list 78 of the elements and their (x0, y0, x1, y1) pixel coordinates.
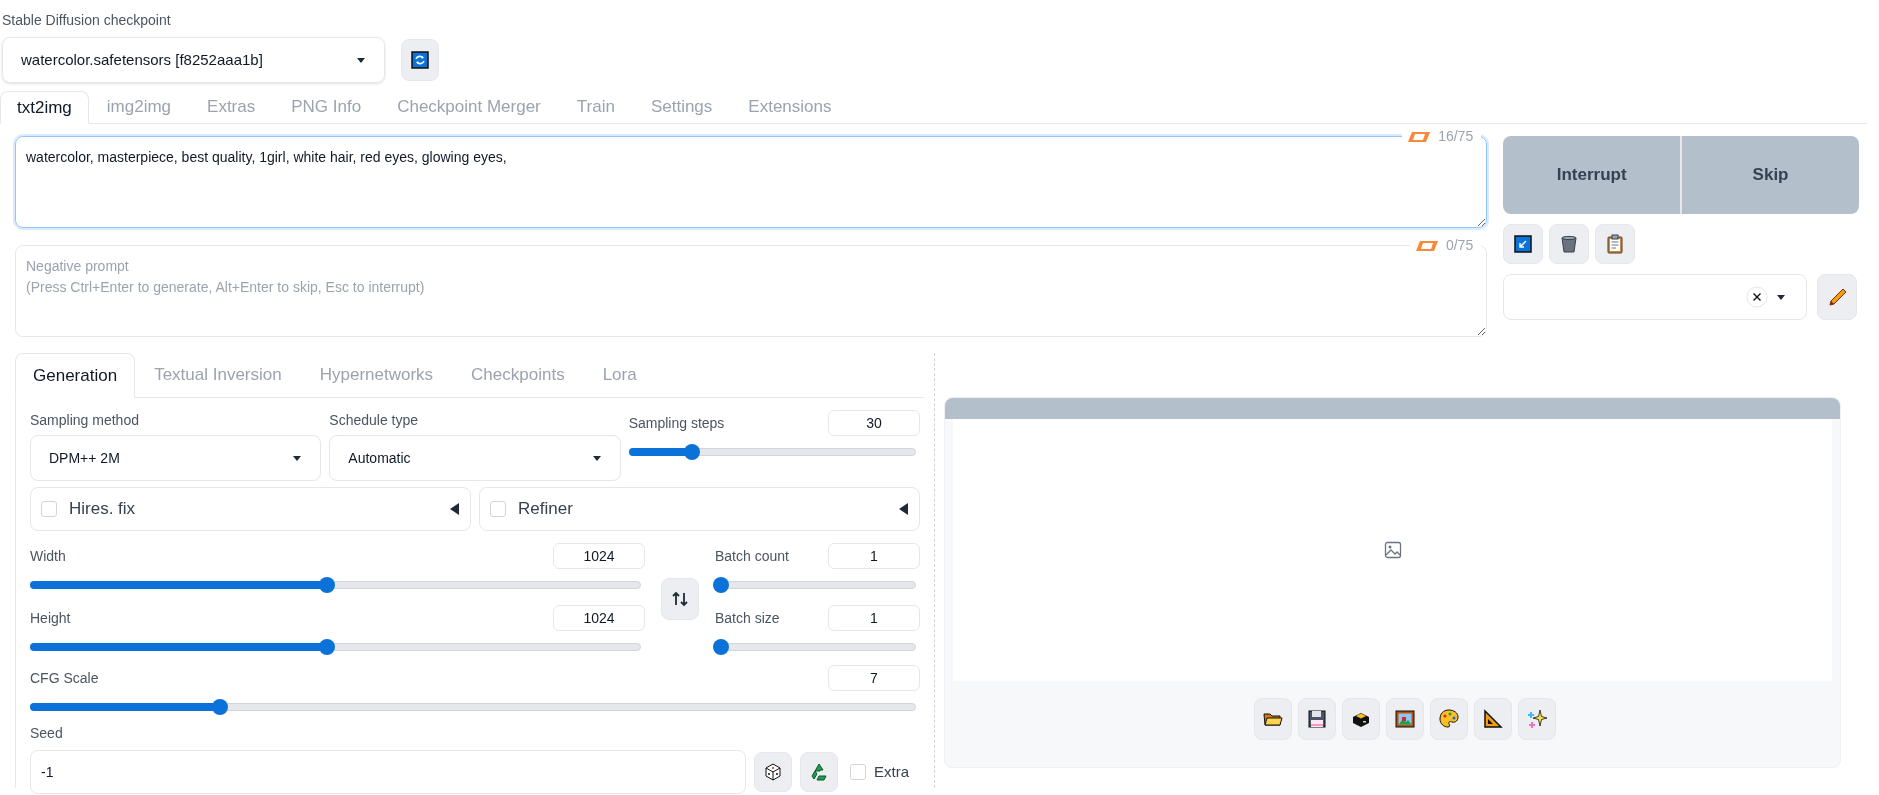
checkbox[interactable] (490, 501, 506, 517)
palette-button[interactable] (1429, 698, 1468, 740)
image-icon (1383, 541, 1402, 559)
field-label: Batch size (715, 608, 780, 628)
caret-icon (292, 454, 303, 462)
slider[interactable] (28, 577, 643, 593)
slider[interactable] (28, 639, 643, 655)
file-box-button[interactable] (1341, 698, 1380, 740)
skip-button[interactable]: Skip (1682, 136, 1859, 214)
accordion-label: Refiner (518, 498, 574, 521)
accordion-label: Hires. fix (69, 498, 137, 521)
pencil-button[interactable] (1817, 274, 1858, 320)
number-field[interactable]: 1024 (553, 543, 645, 569)
tab[interactable]: Generation (15, 353, 136, 398)
slider[interactable] (28, 699, 918, 715)
field-label: Height (30, 608, 71, 628)
slider[interactable] (713, 577, 918, 593)
number-field[interactable]: 30 (828, 410, 920, 436)
accordion[interactable]: Refiner (479, 487, 920, 531)
dropdown-value: Automatic (348, 448, 411, 468)
checkbox[interactable] (850, 764, 866, 780)
triangle-ruler-icon (1481, 708, 1504, 730)
dice-button[interactable] (754, 752, 792, 792)
framed-picture-button[interactable] (1385, 698, 1424, 740)
caret-icon (1776, 293, 1787, 301)
swap-arrows-button[interactable] (661, 578, 699, 620)
folder-button[interactable] (1253, 698, 1292, 740)
field-label: Seed (30, 724, 64, 743)
slider-thumb[interactable] (318, 577, 335, 593)
field-label: Sampling method (30, 411, 140, 430)
dropdown-value: watercolor.safetensors [f8252aaa1b] (21, 49, 263, 70)
number-field[interactable]: 7 (828, 665, 920, 691)
interrupt-button[interactable]: Interrupt (1503, 136, 1683, 214)
field-label: Width (30, 546, 66, 566)
slider-thumb[interactable] (318, 639, 335, 655)
dice-icon (762, 761, 784, 783)
collapse-arrow-icon (450, 503, 460, 515)
number-field[interactable]: 1024 (553, 605, 645, 631)
number-field[interactable]: 1 (828, 605, 920, 631)
checkbox[interactable] (41, 501, 57, 517)
recycle-button[interactable] (800, 752, 838, 792)
arrow-button[interactable] (1503, 224, 1544, 264)
field-label: Schedule type (329, 411, 420, 430)
trash-button[interactable] (1549, 224, 1590, 264)
framed-picture-icon (1393, 708, 1416, 730)
clipboard-button[interactable] (1595, 224, 1636, 264)
slider[interactable] (713, 639, 918, 655)
slider-thumb[interactable] (684, 444, 701, 460)
clear-icon[interactable] (1746, 286, 1769, 308)
sparkles-button[interactable] (1517, 698, 1556, 740)
collapse-arrow-icon (899, 503, 909, 515)
floppy-disk-button[interactable] (1297, 698, 1336, 740)
dropdown-value: DPM++ 2M (49, 448, 120, 468)
slider-thumb[interactable] (713, 577, 729, 593)
field-label: Sampling steps (628, 413, 725, 433)
caret-icon (591, 454, 602, 462)
refresh-button[interactable] (401, 39, 439, 81)
triangle-ruler-button[interactable] (1473, 698, 1512, 740)
eraser-icon (1406, 129, 1433, 144)
dropdown[interactable]: DPM++ 2M (30, 435, 322, 481)
accordion[interactable]: Hires. fix (30, 487, 471, 531)
field-label: Stable Diffusion checkpoint (2, 11, 172, 30)
caret-icon (356, 56, 366, 64)
slider-thumb[interactable] (211, 699, 228, 715)
seed-field[interactable]: -1 (30, 750, 746, 794)
sparkles-icon (1525, 708, 1548, 730)
eraser-icon (1413, 238, 1440, 253)
pencil-icon (1826, 286, 1849, 308)
field-label: CFG Scale (30, 668, 99, 688)
checkbox-label: Extra (874, 761, 909, 782)
field-label: Batch count (715, 546, 789, 566)
model-dropdown[interactable]: watercolor.safetensors [f8252aaa1b] (2, 37, 385, 83)
refresh-icon (409, 49, 431, 71)
tab[interactable]: txt2img (0, 91, 89, 124)
number-field[interactable]: 1 (828, 543, 920, 569)
slider-thumb[interactable] (713, 639, 729, 655)
dropdown[interactable]: Automatic (329, 435, 621, 481)
palette-icon (1437, 708, 1460, 730)
